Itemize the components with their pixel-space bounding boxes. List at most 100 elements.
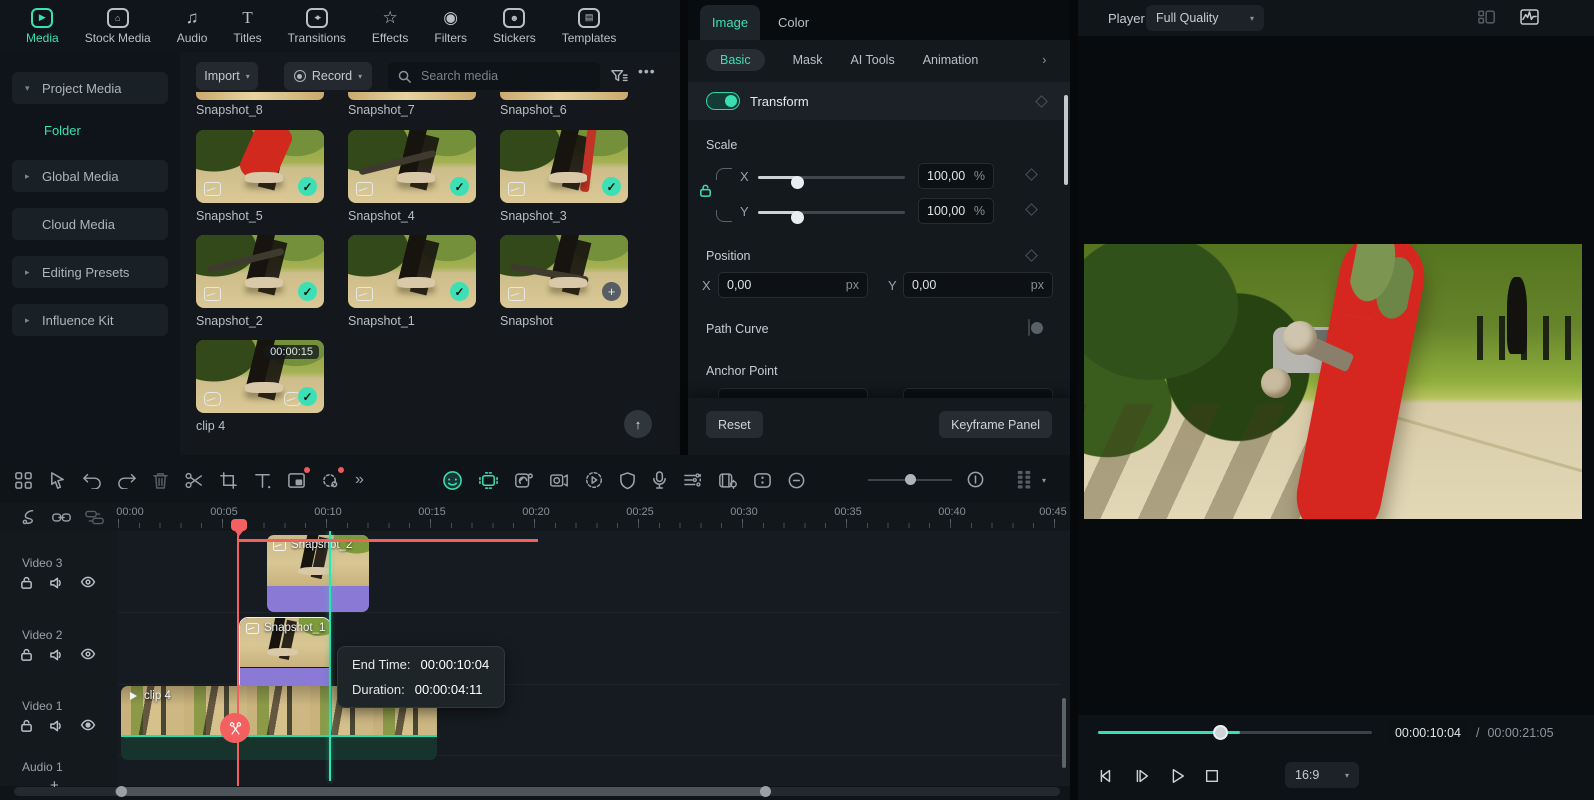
sidebar-item-folder[interactable]: Folder	[12, 114, 168, 146]
select-cursor-icon[interactable]	[48, 471, 67, 490]
subtab-ai-tools[interactable]: AI Tools	[850, 53, 894, 67]
pip-icon[interactable]	[287, 466, 310, 490]
tab-filters[interactable]: ◉ Filters	[434, 8, 467, 45]
delete-icon[interactable]	[152, 471, 169, 490]
multi-view-icon[interactable]	[1478, 10, 1496, 25]
timeline-hscrollbar-handle[interactable]	[115, 787, 770, 796]
layout-grid-icon[interactable]	[14, 471, 33, 490]
previous-frame-icon[interactable]	[1096, 767, 1114, 785]
text-tool-icon[interactable]	[253, 471, 272, 490]
subtab-mask[interactable]: Mask	[793, 53, 823, 67]
subtabs-more-icon[interactable]: ›	[1042, 53, 1046, 67]
playhead-line[interactable]	[237, 531, 239, 786]
thumb-snapshot-2[interactable]: ✓	[196, 235, 324, 308]
timeline-clip-snapshot-1[interactable]: Snapshot_1	[239, 617, 331, 692]
keyframe-diamond-icon[interactable]	[1025, 203, 1038, 216]
add-badge[interactable]: +	[602, 282, 621, 301]
thumb-snapshot-3[interactable]: ✓	[500, 130, 628, 203]
link-clips-icon[interactable]	[52, 510, 71, 525]
reset-button[interactable]: Reset	[706, 411, 763, 438]
tab-color[interactable]: Color	[778, 5, 809, 40]
screen-capture-icon[interactable]	[549, 471, 569, 490]
timeline-ruler[interactable]: 00:00 00:05 00:10 00:15 00:20 00:25 00:3…	[0, 503, 1070, 531]
eye-icon[interactable]	[80, 648, 96, 662]
thumb-snapshot-7[interactable]	[348, 92, 476, 100]
subtab-animation[interactable]: Animation	[923, 53, 979, 67]
playhead-handle[interactable]	[231, 519, 247, 536]
sidebar-item-influence-kit[interactable]: ▸ Influence Kit	[12, 304, 168, 336]
hscroll-right-handle[interactable]	[760, 786, 771, 797]
scale-x-slider-handle[interactable]	[791, 176, 804, 189]
tab-media[interactable]: ▶ Media	[26, 7, 59, 45]
cut-scissors-badge[interactable]	[220, 713, 250, 743]
lock-icon[interactable]	[20, 576, 33, 590]
track-manager-icon[interactable]	[1014, 469, 1035, 490]
zoom-fit-icon[interactable]	[966, 470, 985, 489]
tab-transitions[interactable]: ◂▸ Transitions	[288, 7, 346, 45]
scale-y-slider-handle[interactable]	[791, 211, 804, 224]
more-tools-icon[interactable]: »	[355, 471, 364, 489]
play-icon[interactable]	[1168, 767, 1186, 785]
timeline-clip-snapshot-2[interactable]: Snapshot_2	[267, 535, 369, 612]
filter-icon[interactable]	[610, 68, 628, 84]
lock-icon[interactable]	[20, 719, 33, 733]
speed-ramp-icon[interactable]	[514, 471, 534, 490]
zoom-out-icon[interactable]	[787, 471, 806, 490]
hscroll-left-handle[interactable]	[116, 786, 127, 797]
current-timecode[interactable]: 00:00:10:04	[1388, 721, 1468, 745]
eye-icon[interactable]	[80, 576, 96, 590]
render-settings-icon[interactable]	[718, 471, 738, 490]
tab-audio[interactable]: ♫ Audio	[177, 8, 208, 45]
crop-icon[interactable]	[219, 471, 238, 490]
tab-titles[interactable]: T Titles	[233, 8, 261, 45]
keyframe-diamond-icon[interactable]	[1025, 168, 1038, 181]
thumb-snapshot-8[interactable]	[196, 92, 324, 100]
tab-stock-media[interactable]: ⌂ Stock Media	[85, 7, 151, 45]
eye-icon[interactable]	[80, 719, 96, 733]
position-y-input[interactable]: 0,00 px	[903, 272, 1053, 298]
auto-reframe-icon[interactable]	[478, 471, 499, 490]
thumb-snapshot-5[interactable]: ✓	[196, 130, 324, 203]
sidebar-item-cloud-media[interactable]: Cloud Media	[12, 208, 168, 240]
thumb-clip-4[interactable]: 00:00:15 ✓	[196, 340, 324, 413]
shield-icon[interactable]	[619, 471, 636, 490]
path-curve-toggle[interactable]	[1028, 319, 1030, 336]
anchor-x-input[interactable]	[718, 388, 868, 398]
scale-link-lock-icon[interactable]	[698, 183, 713, 198]
tab-templates[interactable]: ▤ Templates	[562, 7, 616, 45]
search-input[interactable]	[419, 68, 579, 84]
stop-icon[interactable]	[1204, 768, 1220, 784]
keyframe-panel-button[interactable]: Keyframe Panel	[939, 411, 1052, 438]
anchor-y-input[interactable]	[903, 388, 1053, 398]
sidebar-item-editing-presets[interactable]: ▸ Editing Presets	[12, 256, 168, 288]
record-button[interactable]: Record ▾	[284, 62, 372, 90]
lock-icon[interactable]	[20, 648, 33, 662]
timeline-vscrollbar[interactable]	[1062, 698, 1066, 768]
mute-icon[interactable]	[49, 719, 64, 733]
marker-icon[interactable]	[753, 471, 772, 490]
audio-mixer-icon[interactable]	[683, 471, 703, 489]
aspect-ratio-dropdown[interactable]: 16:9 ▾	[1285, 762, 1359, 788]
tab-effects[interactable]: ☆ Effects	[372, 8, 408, 45]
redo-icon[interactable]	[117, 471, 137, 489]
undo-icon[interactable]	[82, 471, 102, 489]
smart-cutout-icon[interactable]	[321, 466, 344, 490]
playback-progress-handle[interactable]	[1213, 725, 1228, 740]
timeline-zoom-handle[interactable]	[905, 474, 916, 485]
split-scissors-icon[interactable]	[184, 471, 204, 490]
preview-render-icon[interactable]	[584, 470, 604, 490]
import-button[interactable]: Import ▾	[196, 62, 258, 90]
scale-y-value[interactable]: 100,00%	[918, 198, 994, 224]
sidebar-item-project-media[interactable]: ▾ Project Media	[12, 72, 168, 104]
position-x-input[interactable]: 0,00 px	[718, 272, 868, 298]
mute-icon[interactable]	[49, 576, 64, 590]
subtab-basic[interactable]: Basic	[706, 49, 765, 71]
more-options-icon[interactable]: •••	[638, 63, 656, 79]
quality-dropdown[interactable]: Full Quality ▾	[1146, 5, 1264, 31]
scale-x-value[interactable]: 100,00%	[918, 163, 994, 189]
track-sync-icon[interactable]	[85, 510, 104, 525]
tab-image[interactable]: Image	[700, 5, 760, 40]
properties-scrollbar[interactable]	[1064, 95, 1068, 185]
thumb-snapshot[interactable]: +	[500, 235, 628, 308]
keyframe-diamond-icon[interactable]	[1025, 249, 1038, 262]
